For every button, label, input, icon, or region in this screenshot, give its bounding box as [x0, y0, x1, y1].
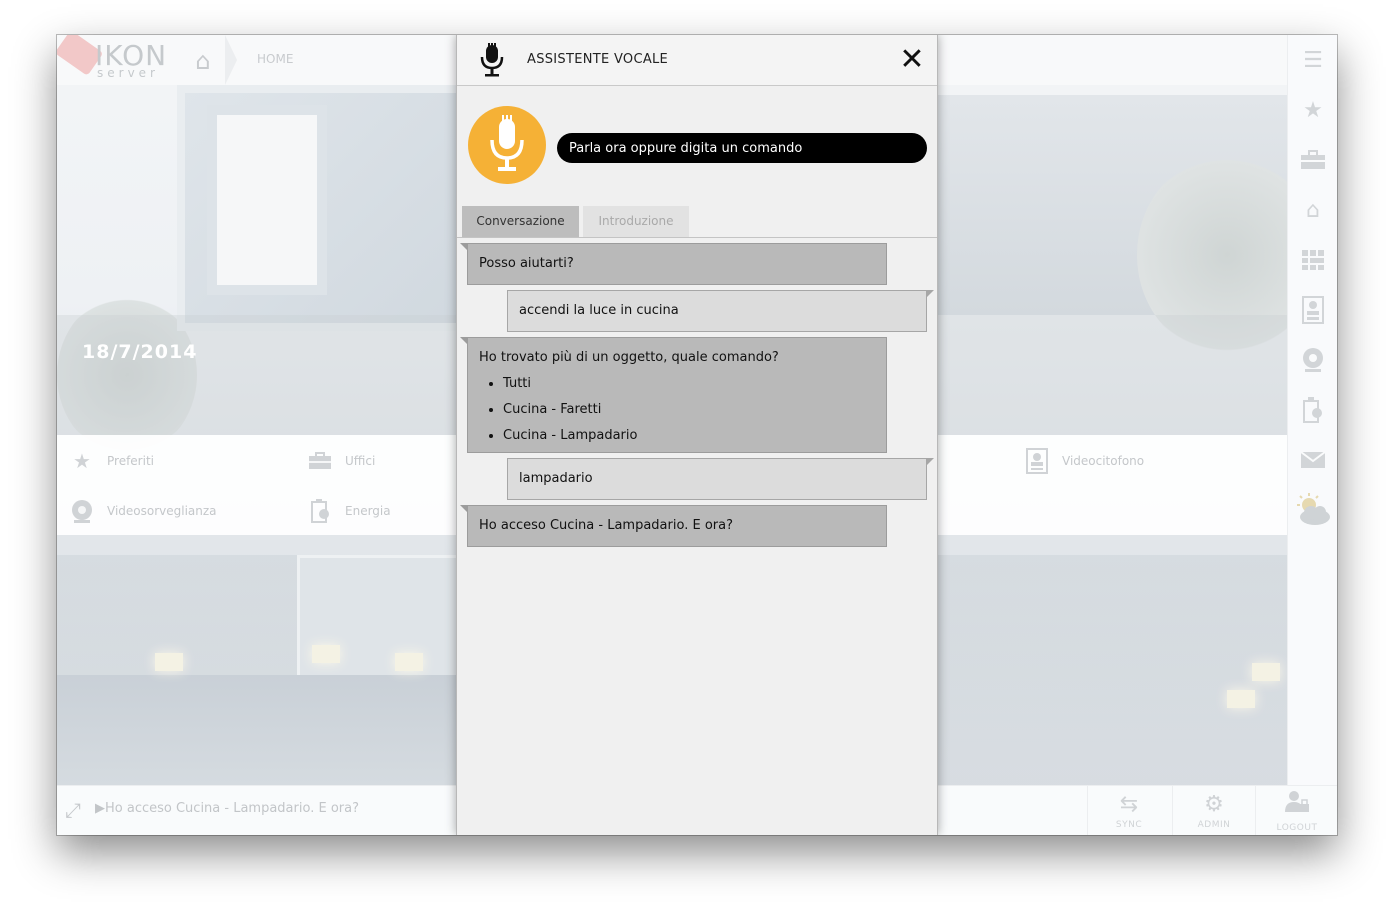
menu-icon[interactable]: ☰	[1288, 35, 1337, 85]
option-item[interactable]: Tutti	[503, 371, 875, 397]
sync-button[interactable]: ⇆ SYNC	[1087, 786, 1170, 835]
intercom-icon[interactable]	[1288, 285, 1337, 335]
dialog-header: ASSISTENTE VOCALE ✕	[457, 35, 937, 86]
logout-label: LOGOUT	[1276, 823, 1318, 833]
admin-label: ADMIN	[1197, 820, 1231, 830]
user-message: accendi la luce in cucina	[507, 290, 934, 332]
menu-item-uffici[interactable]: Uffici	[307, 447, 375, 475]
menu-item-label: Energia	[345, 504, 391, 518]
camera-icon	[69, 498, 95, 524]
star-icon: ★	[73, 449, 91, 473]
menu-item-videocitofono[interactable]: Videocitofono	[1024, 447, 1144, 475]
camera-icon[interactable]	[1288, 335, 1337, 385]
sync-icon: ⇆	[1119, 792, 1139, 817]
tab-introduzione[interactable]: Introduzione	[583, 206, 689, 237]
menu-item-label: Preferiti	[107, 454, 154, 468]
dialog-title: ASSISTENTE VOCALE	[527, 52, 669, 67]
close-icon[interactable]: ✕	[897, 45, 927, 75]
user-lock-icon	[1256, 790, 1337, 823]
breadcrumb-separator	[225, 35, 237, 85]
expand-icon[interactable]: ⤢	[65, 798, 81, 822]
command-input[interactable]	[557, 133, 927, 163]
assistant-message: Ho acceso Cucina - Lampadario. E ora?	[460, 505, 887, 547]
menu-item-videosorveglianza[interactable]: Videosorveglianza	[69, 497, 217, 525]
energy-icon	[307, 498, 333, 524]
microphone-button[interactable]	[468, 106, 546, 184]
dialog-tabs: Conversazione Introduzione	[457, 205, 937, 238]
assistant-message: Ho trovato più di un oggetto, quale coma…	[460, 337, 887, 453]
message-text: Ho acceso Cucina - Lampadario. E ora?	[479, 518, 733, 533]
energy-icon[interactable]	[1288, 385, 1337, 435]
grid-icon[interactable]	[1288, 235, 1337, 285]
menu-item-preferiti[interactable]: ★ Preferiti	[69, 447, 154, 475]
tab-conversazione[interactable]: Conversazione	[462, 206, 579, 237]
sidebar: ☰ ★ ⌂	[1287, 35, 1337, 785]
star-icon[interactable]: ★	[1288, 85, 1337, 135]
admin-button[interactable]: ⚙ ADMIN	[1172, 786, 1255, 835]
user-message: lampadario	[507, 458, 934, 500]
date-label: 18/7/2014	[82, 341, 198, 363]
weather-icon[interactable]	[1288, 485, 1337, 535]
breadcrumb-home[interactable]: HOME	[257, 52, 293, 66]
message-text: Posso aiutarti?	[479, 256, 574, 271]
logout-button[interactable]: LOGOUT	[1255, 786, 1337, 835]
gear-icon: ⚙	[1204, 792, 1224, 817]
briefcase-icon[interactable]	[1288, 135, 1337, 185]
microphone-icon	[479, 43, 505, 77]
app-window: 18/7/2014 IKON server ⌂ HOME ★ Preferiti…	[57, 35, 1337, 835]
menu-item-energia[interactable]: Energia	[307, 497, 391, 525]
assistant-message: Posso aiutarti?	[460, 243, 887, 285]
voice-assistant-dialog: ASSISTENTE VOCALE ✕ Conversazione Introd…	[456, 35, 938, 835]
microphone-icon	[490, 115, 524, 171]
option-item[interactable]: Cucina - Faretti	[503, 397, 875, 423]
briefcase-icon	[307, 448, 333, 474]
footer-status: ▶Ho acceso Cucina - Lampadario. E ora?	[95, 801, 359, 816]
menu-item-label: Videocitofono	[1062, 454, 1145, 468]
logo: IKON server	[57, 35, 177, 85]
logo-subtext: server	[97, 66, 159, 80]
message-text: accendi la luce in cucina	[519, 303, 679, 318]
message-text: lampadario	[519, 471, 593, 486]
footer-message: Ho acceso Cucina - Lampadario. E ora?	[105, 801, 359, 816]
home-icon[interactable]: ⌂	[1288, 185, 1337, 235]
menu-item-label: Uffici	[345, 454, 376, 468]
option-list: Tutti Cucina - Faretti Cucina - Lampadar…	[479, 371, 875, 449]
option-item[interactable]: Cucina - Lampadario	[503, 423, 875, 449]
sync-label: SYNC	[1115, 820, 1143, 830]
menu-item-label: Videosorveglianza	[107, 504, 217, 518]
mail-icon[interactable]	[1288, 435, 1337, 485]
message-text: Ho trovato più di un oggetto, quale coma…	[479, 350, 779, 365]
home-icon[interactable]: ⌂	[189, 47, 217, 75]
intercom-icon	[1024, 448, 1050, 474]
